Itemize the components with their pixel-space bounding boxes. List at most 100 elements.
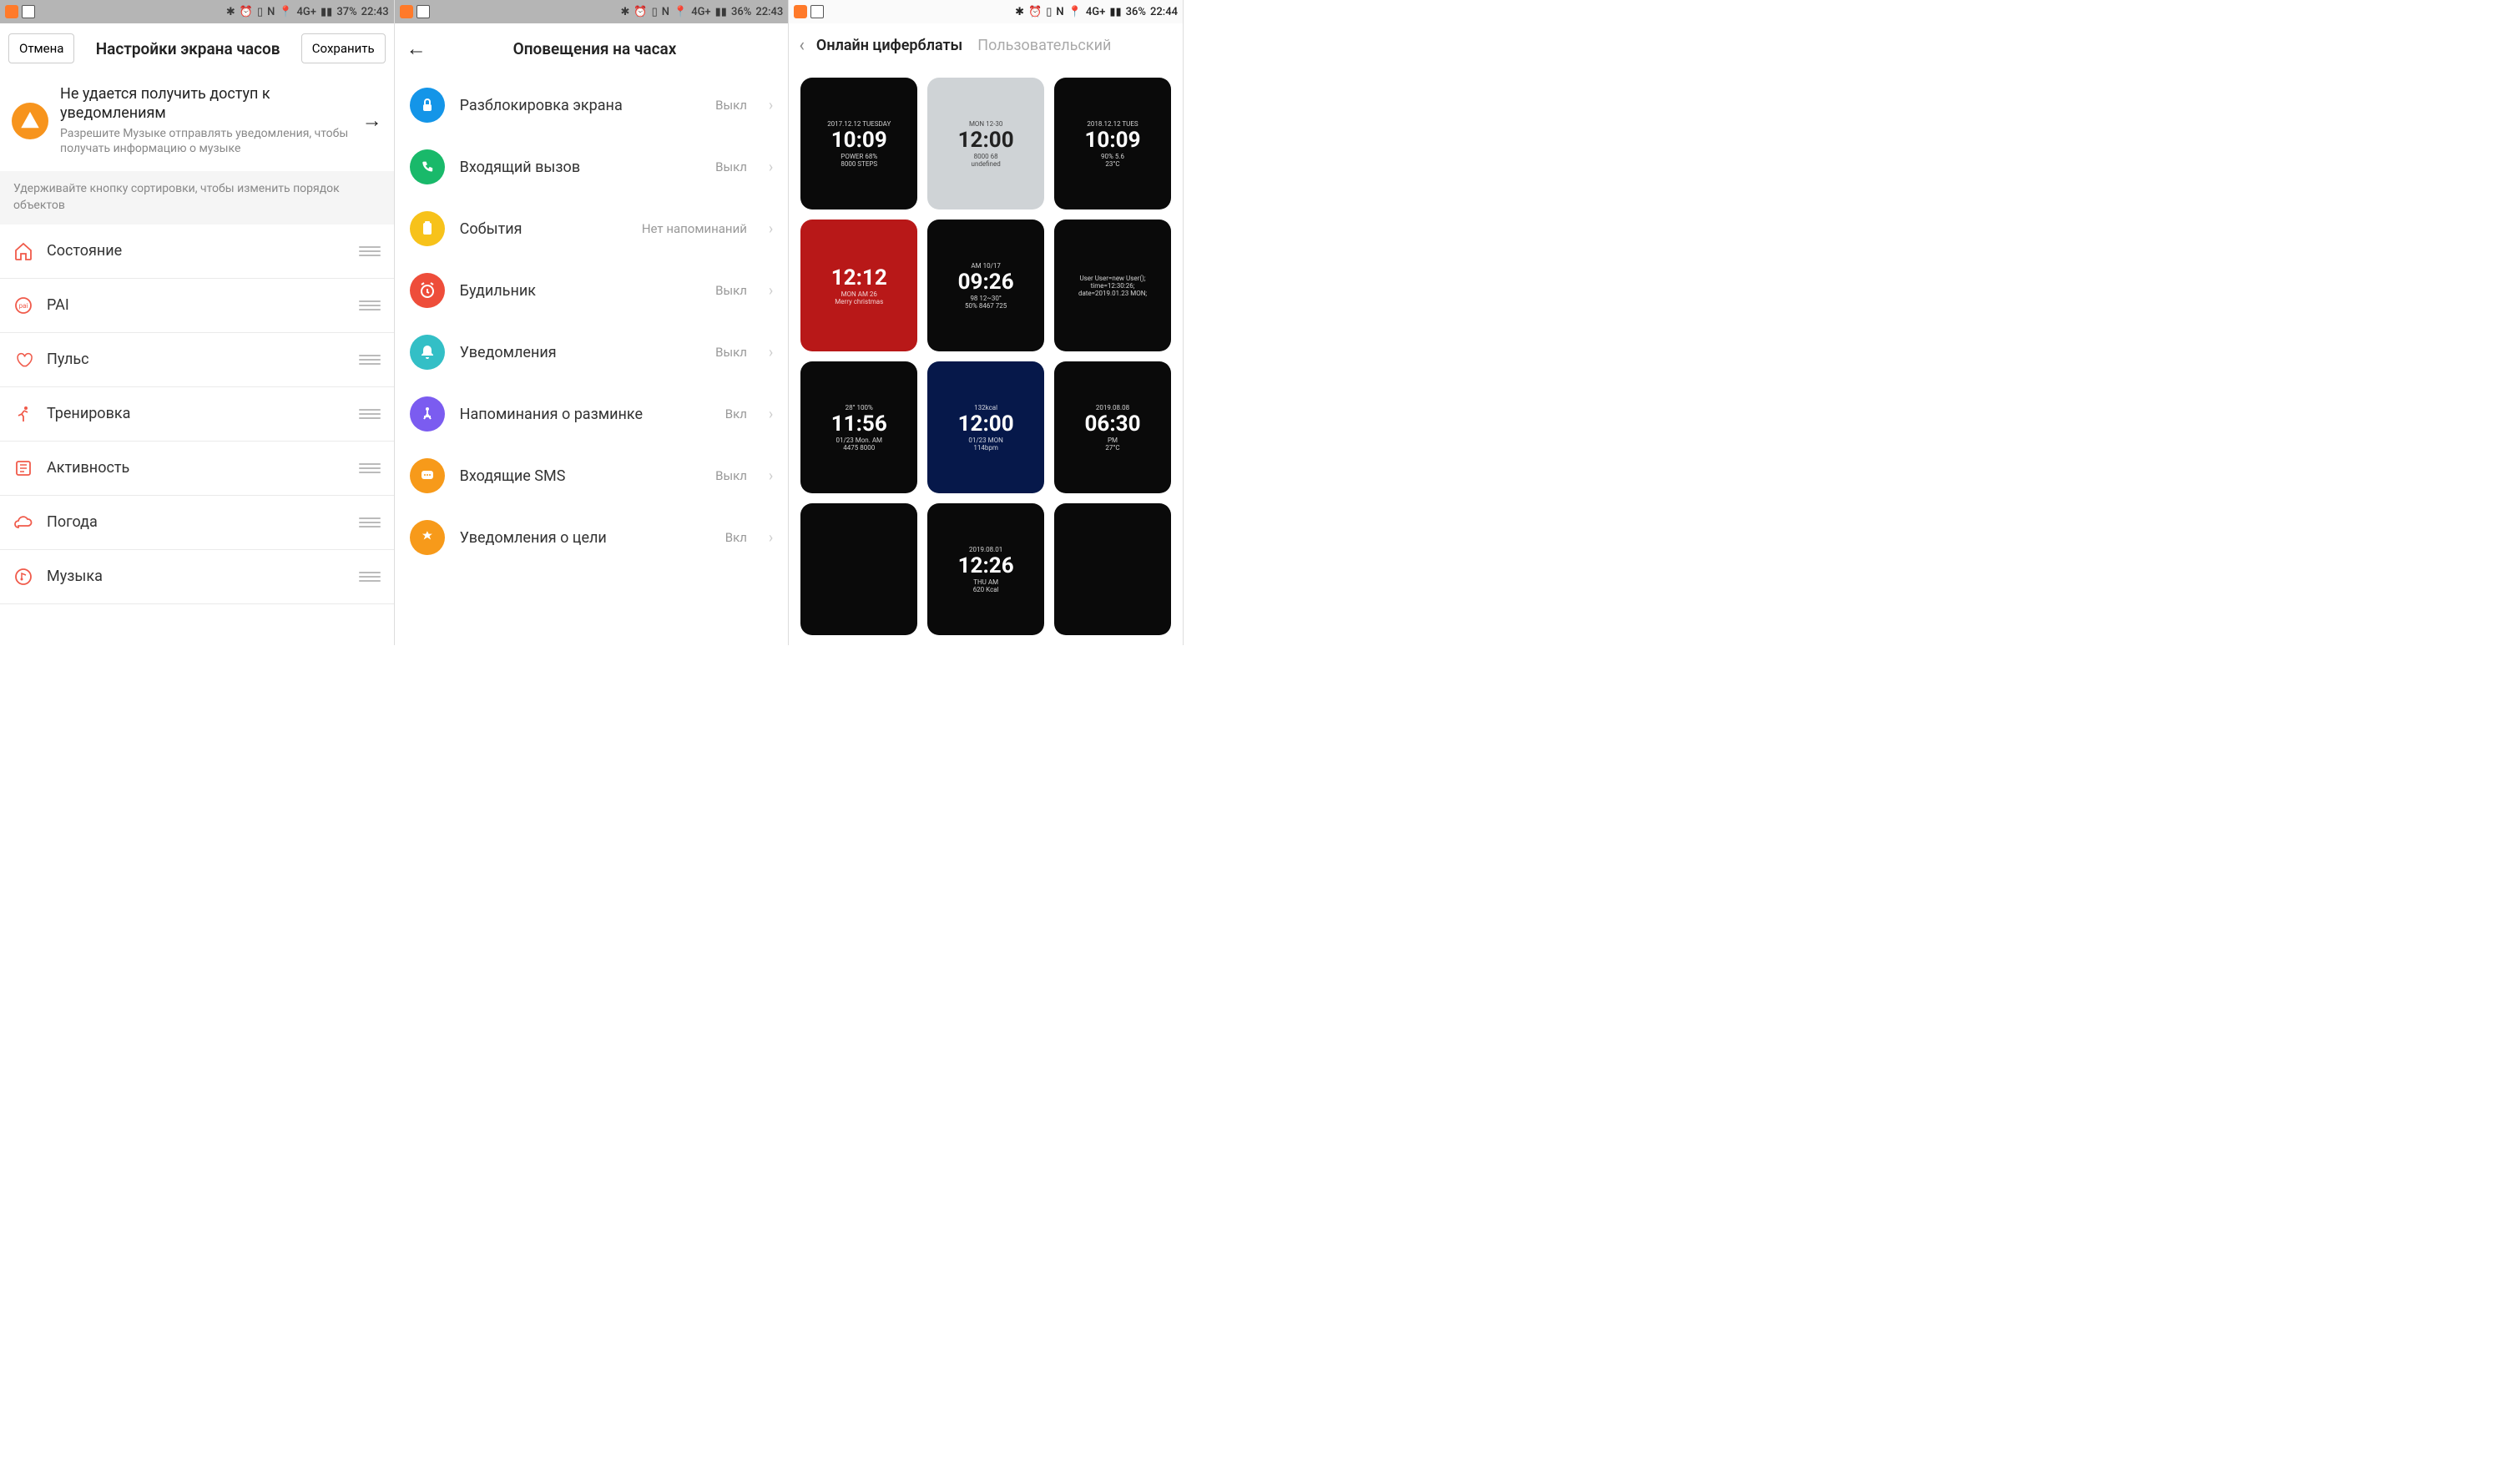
notif-status: Вкл <box>725 530 747 545</box>
settings-list: Состояние pai PAI Пульс Тренировка Актив… <box>0 225 394 604</box>
wf-topline: 2019.08.01 <box>969 546 1002 553</box>
goal-icon <box>410 520 445 555</box>
network-icon: 4G+ <box>297 6 316 18</box>
back-button[interactable]: ‹ <box>799 35 805 56</box>
drag-handle-icon[interactable] <box>359 409 381 419</box>
notif-item-alarm[interactable]: Будильник Выкл › <box>395 260 789 321</box>
page-title: Оповещения на часах <box>438 39 752 58</box>
cancel-button[interactable]: Отмена <box>8 33 74 63</box>
battery-label: 36% <box>731 6 751 18</box>
notif-label: Уведомления <box>460 344 700 361</box>
watchface-item[interactable] <box>1054 503 1171 635</box>
wf-bottomline: THU AM <box>973 578 998 586</box>
notif-item-goal[interactable]: Уведомления о цели Вкл › <box>395 507 789 568</box>
tabs: Онлайн циферблаты Пользовательский <box>816 37 1111 54</box>
notif-status: Выкл <box>715 98 747 113</box>
svg-text:pai: pai <box>19 302 28 310</box>
wf-time: 10:09 <box>1085 128 1141 153</box>
notif-item-bell[interactable]: Уведомления Выкл › <box>395 321 789 383</box>
wf-extra: undefined <box>972 160 1001 168</box>
wf-bottomline: PM <box>1108 437 1118 444</box>
clock-label: 22:43 <box>361 6 389 18</box>
watchface-item[interactable]: 2019.08.01 12:26 THU AM 620 Kcal <box>927 503 1044 635</box>
list-item-label: Тренировка <box>47 405 346 422</box>
list-item-activity[interactable]: Активность <box>0 442 394 496</box>
notif-status: Выкл <box>715 345 747 360</box>
notif-item-phone[interactable]: Входящий вызов Выкл › <box>395 136 789 198</box>
vibrate-icon: ▯ <box>652 6 658 18</box>
home-icon <box>13 241 33 261</box>
notif-status: Вкл <box>725 406 747 421</box>
drag-handle-icon[interactable] <box>359 300 381 310</box>
list-item-music[interactable]: Музыка <box>0 550 394 604</box>
wf-extra: 8000 STEPS <box>841 160 877 168</box>
wf-topline: 2018.12.12 TUES <box>1087 120 1138 128</box>
list-item-home[interactable]: Состояние <box>0 225 394 279</box>
notif-item-sms[interactable]: Входящие SMS Выкл › <box>395 445 789 507</box>
clock-label: 22:43 <box>755 6 783 18</box>
back-button[interactable]: ← <box>406 37 427 61</box>
save-button[interactable]: Сохранить <box>301 33 386 63</box>
list-item-run[interactable]: Тренировка <box>0 387 394 442</box>
wf-extra: 620 Kcal <box>973 586 999 593</box>
watchface-item[interactable]: 2017.12.12 TUESDAY 10:09 POWER 68% 8000 … <box>800 78 917 209</box>
chevron-right-icon: › <box>769 97 773 114</box>
signal-icon: ▮▮ <box>715 6 727 18</box>
list-item-cloud[interactable]: Погода <box>0 496 394 550</box>
notif-item-clipboard[interactable]: События Нет напоминаний › <box>395 198 789 260</box>
notice-subtitle: Разрешите Музыке отправлять уведомления,… <box>60 126 351 156</box>
music-icon <box>13 567 33 587</box>
vibrate-icon: ▯ <box>257 6 263 18</box>
chevron-right-icon: › <box>769 220 773 238</box>
pai-icon: pai <box>13 295 33 315</box>
watchface-item[interactable]: 12:12 MON AM 26 Merry christmas <box>800 220 917 351</box>
notif-item-lock[interactable]: Разблокировка экрана Выкл › <box>395 74 789 136</box>
wf-extra: Merry christmas <box>835 298 883 305</box>
signal-icon: ▮▮ <box>321 6 332 18</box>
list-item-heart[interactable]: Пульс <box>0 333 394 387</box>
watchface-item[interactable]: MON 12-30 12:00 8000 68 undefined <box>927 78 1044 209</box>
bluetooth-icon: ✱ <box>1015 6 1024 18</box>
status-bar: ✱ ⏰ ▯ N 📍 4G+ ▮▮ 36% 22:43 <box>395 0 789 23</box>
tab-custom[interactable]: Пользовательский <box>977 37 1111 54</box>
drag-handle-icon[interactable] <box>359 246 381 256</box>
watchface-grid[interactable]: 2017.12.12 TUESDAY 10:09 POWER 68% 8000 … <box>789 68 1183 645</box>
notif-item-stretch[interactable]: Напоминания о разминке Вкл › <box>395 383 789 445</box>
calendar-icon <box>22 5 35 18</box>
alarm-icon: ⏰ <box>634 6 647 18</box>
watchface-item[interactable]: User User=new User(); time=12:30:26; dat… <box>1054 220 1171 351</box>
list-item-pai[interactable]: pai PAI <box>0 279 394 333</box>
notif-label: Входящие SMS <box>460 467 700 485</box>
wf-topline: AM 10/17 <box>971 262 1000 270</box>
clock-label: 22:44 <box>1150 6 1178 18</box>
list-item-label: PAI <box>47 296 346 314</box>
list-item-label: Состояние <box>47 242 346 260</box>
drag-handle-icon[interactable] <box>359 463 381 473</box>
drag-handle-icon[interactable] <box>359 355 381 365</box>
watchface-item[interactable]: 2019.08.08 06:30 PM 27°C <box>1054 361 1171 493</box>
battery-label: 37% <box>336 6 356 18</box>
alarm-icon: ⏰ <box>1028 6 1042 18</box>
wf-time: 10:09 <box>831 128 887 153</box>
sms-icon <box>410 458 445 493</box>
tab-online[interactable]: Онлайн циферблаты <box>816 37 962 54</box>
wf-bottomline: 8000 68 <box>974 153 998 160</box>
wf-extra: 23°C <box>1105 160 1119 168</box>
watchface-item[interactable]: AM 10/17 09:26 98 12~30° 50% 8467 725 <box>927 220 1044 351</box>
warning-icon <box>12 103 48 139</box>
wf-time: 06:30 <box>1085 411 1141 437</box>
drag-handle-icon[interactable] <box>359 572 381 582</box>
watchface-item[interactable]: 132kcal 12:00 01/23 MON 114bpm <box>927 361 1044 493</box>
wf-time: 11:56 <box>831 411 887 437</box>
notif-status: Выкл <box>715 283 747 298</box>
wf-bottomline: MON AM 26 <box>841 290 877 298</box>
watchface-item[interactable] <box>800 503 917 635</box>
clipboard-icon <box>410 211 445 246</box>
chevron-right-icon: › <box>769 282 773 300</box>
chevron-right-icon: › <box>769 344 773 361</box>
status-bar: ✱ ⏰ ▯ N 📍 4G+ ▮▮ 36% 22:44 <box>789 0 1183 23</box>
permission-notice[interactable]: Не удается получить доступ к уведомления… <box>0 73 394 171</box>
watchface-item[interactable]: 28° 100% 11:56 01/23 Mon. AM 4475 8000 <box>800 361 917 493</box>
drag-handle-icon[interactable] <box>359 517 381 527</box>
watchface-item[interactable]: 2018.12.12 TUES 10:09 90% 5.6 23°C <box>1054 78 1171 209</box>
